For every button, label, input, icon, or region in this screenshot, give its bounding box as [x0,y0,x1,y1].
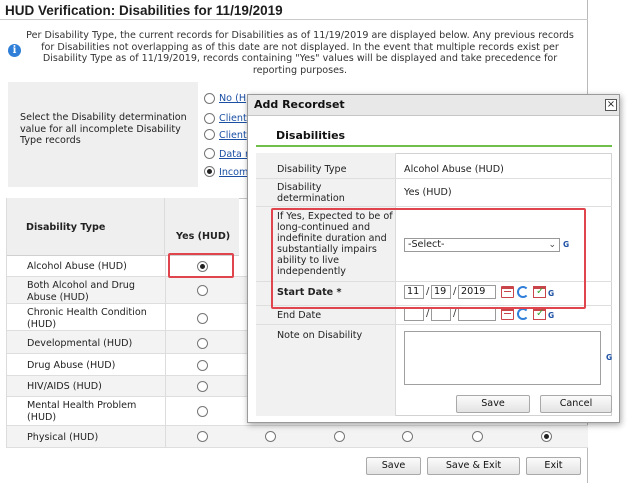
table-divider [165,256,166,448]
row-label-drug: Drug Abuse (HUD) [27,360,116,371]
refresh-icon[interactable] [517,308,529,320]
determination-value: Yes (HUD) [404,187,452,198]
yes-radio-chronic[interactable] [197,313,208,324]
bulk-option-radio-0[interactable] [204,93,215,104]
col-header-type-label: Disability Type [26,222,106,233]
row-label-hiv: HIV/AIDS (HUD) [27,381,102,392]
physical-radio-col6[interactable] [541,431,552,442]
bulk-option-radio-3[interactable] [204,148,215,159]
save-exit-button[interactable]: Save & Exit [427,457,520,475]
yes-radio-mental[interactable] [197,406,208,417]
close-icon[interactable]: × [605,99,617,111]
bulk-option-link-4[interactable]: Incom [219,167,248,178]
end-date-label: End Date [277,310,322,321]
date-separator: / [453,308,457,319]
yes-radio-drug[interactable] [197,360,208,371]
exit-button[interactable]: Exit [526,457,581,475]
modal-title: Add Recordset [254,98,345,111]
modal-cancel-button[interactable]: Cancel [540,395,612,413]
end-year-input[interactable] [458,307,496,321]
row-label-physical: Physical (HUD) [27,432,99,443]
bulk-option-link-3[interactable]: Data r [219,149,249,160]
bulk-option-link-2[interactable]: Client [219,130,247,141]
page-title: HUD Verification: Disabilities for 11/19… [0,0,588,20]
yes-radio-both[interactable] [197,285,208,296]
yes-radio-hiv[interactable] [197,381,208,392]
intro-text: Per Disability Type, the current records… [26,30,574,76]
row-divider [256,324,612,325]
col-header-yes-label: Yes (HUD) [176,231,231,242]
add-recordset-modal: Add Recordset × Disabilities Disability … [247,94,620,423]
col-header-yes [165,198,239,256]
row-label-alcohol: Alcohol Abuse (HUD) [27,261,127,272]
bulk-option-radio-1[interactable] [204,113,215,124]
end-month-input[interactable] [404,307,424,321]
g-link[interactable]: G [548,311,554,320]
row-divider [256,206,612,207]
row-divider [256,178,612,179]
disability-type-label: Disability Type [277,164,347,175]
row-label-mental: Mental Health Problem (HUD) [27,400,137,423]
bulk-option-radio-2[interactable] [204,129,215,140]
disability-type-value: Alcohol Abuse (HUD) [404,164,504,175]
bulk-option-link-0[interactable]: No (H [219,93,246,104]
physical-radio-col2[interactable] [265,431,276,442]
yes-radio-developmental[interactable] [197,338,208,349]
bulk-select-label: Select the Disability determination valu… [20,112,187,146]
section-title: Disabilities [276,129,346,142]
date-separator: / [426,308,430,319]
physical-radio-col4[interactable] [402,431,413,442]
calendar-icon[interactable] [501,308,514,320]
modal-save-button[interactable]: Save [456,395,530,413]
row-label-chronic: Chronic Health Condition (HUD) [27,307,147,330]
physical-radio-col3[interactable] [334,431,345,442]
end-day-input[interactable] [431,307,451,321]
g-link[interactable]: G [606,353,612,362]
note-label: Note on Disability [277,330,363,341]
today-check-icon[interactable] [533,308,546,320]
table-border [6,198,7,448]
highlight-yes-alcohol [168,253,234,278]
row-label-both: Both Alcohol and Drug Abuse (HUD) [27,280,135,303]
physical-radio-col5[interactable] [472,431,483,442]
note-textarea[interactable] [404,331,601,385]
bulk-option-radio-4[interactable] [204,166,215,177]
bulk-option-link-1[interactable]: Client [219,113,247,124]
save-button[interactable]: Save [366,457,421,475]
row-label-developmental: Developmental (HUD) [27,338,133,349]
yes-radio-physical[interactable] [197,431,208,442]
highlight-required-fields [271,208,586,309]
determination-label: Disability determination [277,182,345,204]
